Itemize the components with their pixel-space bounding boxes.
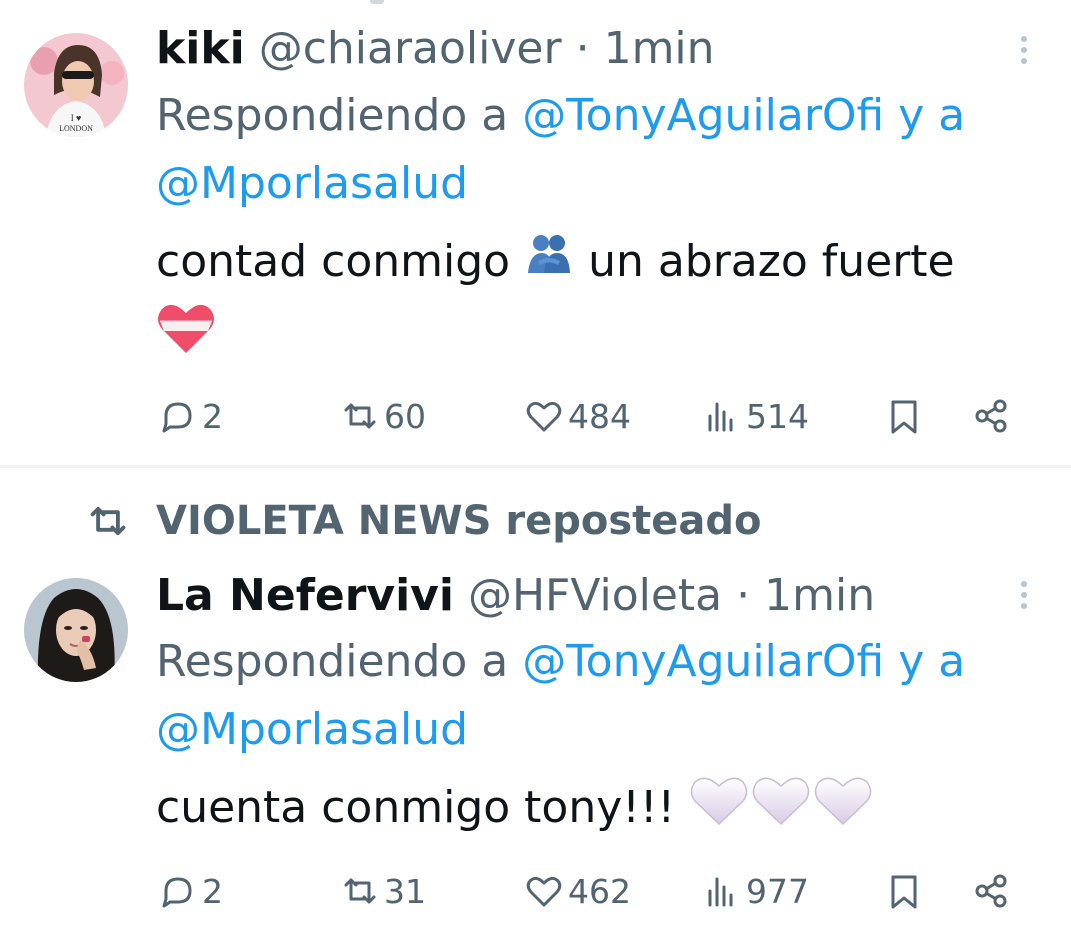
user-handle[interactable]: @HFVioleta: [468, 570, 722, 621]
timestamp[interactable]: 1min: [764, 570, 875, 621]
replying-joiner[interactable]: y a: [898, 636, 965, 687]
avatar[interactable]: [24, 578, 128, 682]
views-icon: [708, 402, 733, 432]
reply-button[interactable]: 2: [158, 871, 223, 911]
display-name[interactable]: kiki: [156, 23, 245, 74]
replying-to: Respondiendo a @TonyAguilarOfi y a @Mpor…: [156, 82, 1036, 218]
replying-prefix: Respondiendo a: [156, 636, 509, 687]
bookmark-button[interactable]: [884, 871, 924, 911]
tweet-header: La Nefervivi @HFVioleta · 1min: [156, 566, 875, 626]
like-button[interactable]: 462: [524, 871, 631, 911]
heart-icon: [526, 876, 562, 907]
reply-count: 2: [202, 396, 223, 436]
like-button[interactable]: 484: [524, 396, 631, 436]
reply-icon: [162, 402, 192, 433]
reposted-by[interactable]: VIOLETA NEWS reposteado: [86, 496, 762, 546]
separator-dot: ·: [736, 570, 751, 621]
repost-count: 60: [384, 396, 426, 436]
repost-icon: [344, 403, 376, 429]
tweet-kiki[interactable]: I ♥ LONDON kiki @chiaraoliver · 1min Res…: [0, 0, 1071, 465]
bookmark-icon: [891, 875, 917, 909]
svg-text:LONDON: LONDON: [59, 124, 93, 133]
svg-text:I ♥: I ♥: [71, 113, 82, 123]
views-button[interactable]: 514: [702, 396, 809, 436]
like-count: 462: [568, 871, 631, 911]
replying-prefix: Respondiendo a: [156, 90, 509, 141]
mention-tonyaguilar[interactable]: @TonyAguilarOfi: [522, 90, 884, 141]
tweet-text-part1: cuenta conmigo tony!!!: [156, 782, 676, 833]
display-name[interactable]: La Nefervivi: [156, 570, 454, 621]
more-options-icon[interactable]: [1019, 36, 1029, 72]
replying-to: Respondiendo a @TonyAguilarOfi y a @Mpor…: [156, 628, 1036, 764]
people-hugging-icon: [524, 229, 574, 299]
views-count: 514: [746, 396, 809, 436]
mending-heart-icon: [156, 299, 216, 375]
repost-count: 31: [384, 871, 426, 911]
reply-icon: [162, 877, 192, 908]
repost-button[interactable]: 31: [340, 871, 426, 911]
timestamp[interactable]: 1min: [604, 23, 715, 74]
reply-button[interactable]: 2: [158, 396, 223, 436]
share-icon: [975, 399, 1007, 433]
like-count: 484: [568, 396, 631, 436]
white-heart-icon: [689, 772, 875, 848]
mention-mporlasalud[interactable]: @Mporlasalud: [156, 158, 468, 209]
repost-icon: [90, 506, 126, 536]
bookmark-button[interactable]: [884, 396, 924, 436]
bookmark-icon: [891, 400, 917, 434]
reposted-by-label: VIOLETA NEWS reposteado: [156, 498, 762, 544]
share-icon: [975, 874, 1007, 908]
tweet-actions: 2 31 462 977: [156, 871, 1036, 911]
separator-dot: ·: [575, 23, 590, 74]
share-button[interactable]: [971, 871, 1011, 911]
tweet-la-nefervivi[interactable]: VIOLETA NEWS reposteado La Nefervivi @HF…: [0, 468, 1071, 938]
share-button[interactable]: [971, 396, 1011, 436]
more-options-icon[interactable]: [1019, 581, 1029, 617]
heart-icon: [526, 401, 562, 432]
tweet-header: kiki @chiaraoliver · 1min: [156, 19, 715, 79]
views-count: 977: [746, 871, 809, 911]
mention-tonyaguilar[interactable]: @TonyAguilarOfi: [522, 636, 884, 687]
user-handle[interactable]: @chiaraoliver: [259, 23, 562, 74]
repost-icon: [344, 878, 376, 904]
replying-joiner[interactable]: y a: [898, 90, 965, 141]
tweet-text: cuenta conmigo tony!!!: [156, 772, 1046, 848]
views-icon: [708, 877, 733, 907]
views-button[interactable]: 977: [702, 871, 809, 911]
tweet-text: contad conmigo un abrazo fuerte: [156, 228, 1046, 375]
tweet-text-part2: un abrazo fuerte: [588, 236, 955, 287]
tweet-text-part1: contad conmigo: [156, 236, 511, 287]
mention-mporlasalud[interactable]: @Mporlasalud: [156, 704, 468, 755]
avatar[interactable]: I ♥ LONDON: [24, 33, 128, 137]
tweet-actions: 2 60 484 514: [156, 396, 1036, 436]
reply-count: 2: [202, 871, 223, 911]
repost-button[interactable]: 60: [340, 396, 426, 436]
